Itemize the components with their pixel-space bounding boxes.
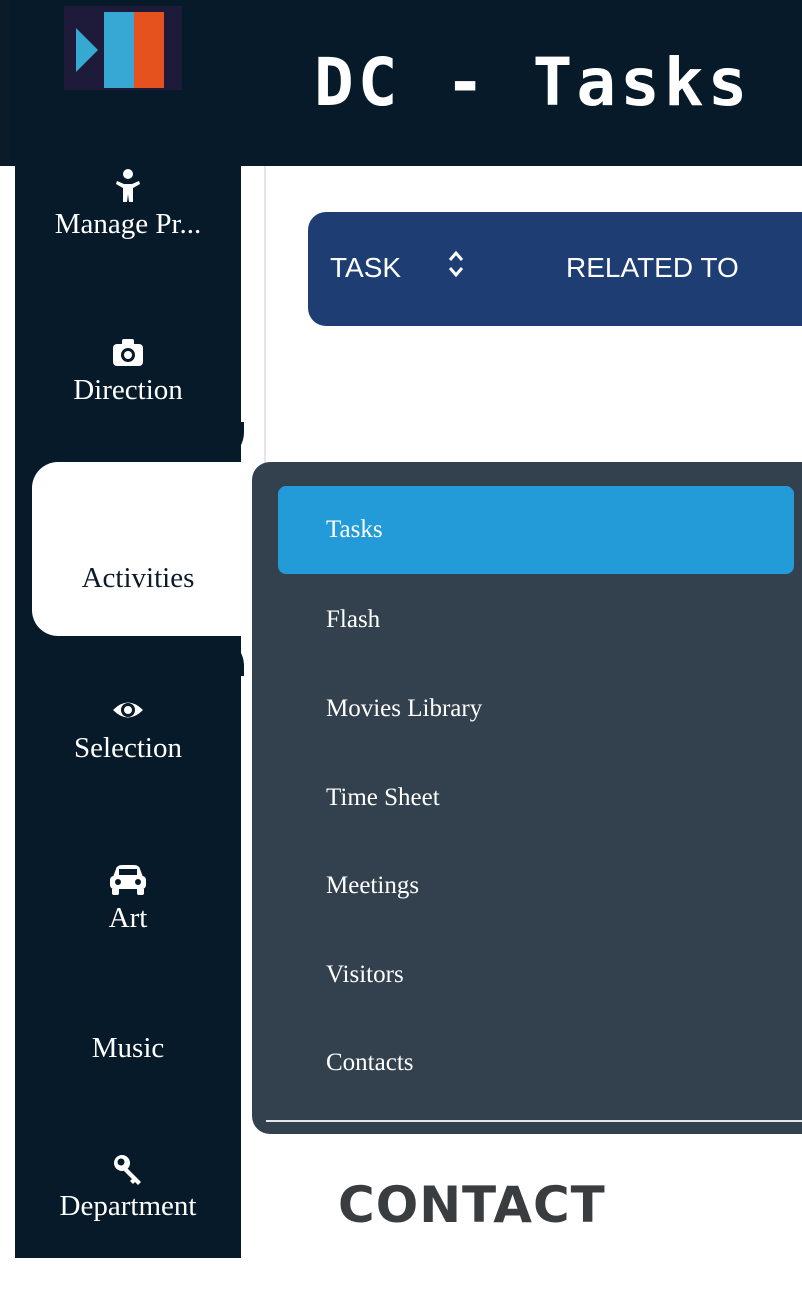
sidebar-item-label: Direction [73, 374, 183, 406]
logo-orange-bar [134, 12, 164, 88]
sidebar-item-department[interactable]: Department [15, 1150, 241, 1223]
car-icon [110, 865, 146, 895]
app-logo[interactable] [64, 6, 182, 90]
sidebar-item-art[interactable]: Art [15, 862, 241, 935]
eye-icon [113, 702, 143, 718]
sidebar-item-label: Art [108, 902, 148, 934]
submenu-item-label: Visitors [326, 961, 404, 988]
sidebar-item-label: Department [59, 1190, 197, 1222]
logo-triangle [76, 28, 98, 72]
submenu-item-movies-library[interactable]: Movies Library [278, 665, 794, 753]
activities-submenu: Tasks Flash Movies Library Time Sheet Me… [252, 462, 802, 1134]
submenu-item-label: Tasks [326, 516, 383, 543]
submenu-item-contacts[interactable]: Contacts [278, 1019, 794, 1107]
camera-icon [113, 339, 143, 366]
submenu-item-label: Flash [326, 606, 381, 633]
sidebar-item-activities[interactable]: Activities [32, 462, 244, 636]
submenu-item-time-sheet[interactable]: Time Sheet [278, 754, 794, 842]
sidebar-item-selection[interactable]: Selection [15, 692, 241, 765]
column-header-task[interactable]: TASK [330, 252, 401, 284]
submenu-item-meetings[interactable]: Meetings [278, 842, 794, 930]
person-icon [116, 169, 140, 202]
sort-icon[interactable] [446, 246, 466, 282]
contact-heading: CONTACT [338, 1176, 606, 1234]
table-header: TASK RELATED TO [308, 212, 802, 326]
content-divider [264, 166, 266, 466]
sidebar-item-music[interactable]: Music [15, 1032, 241, 1065]
column-header-related-to[interactable]: RELATED TO [566, 252, 739, 284]
submenu-item-tasks[interactable]: Tasks [278, 486, 794, 574]
submenu-item-flash[interactable]: Flash [278, 576, 794, 664]
submenu-item-visitors[interactable]: Visitors [278, 931, 794, 1019]
submenu-item-label: Contacts [326, 1049, 414, 1076]
logo-blue-bar [104, 12, 134, 88]
sidebar-item-label: Music [91, 1032, 165, 1064]
sidebar-item-label: Selection [74, 732, 182, 764]
page-title: DC - Tasks [314, 44, 752, 121]
submenu-item-label: Movies Library [326, 695, 483, 722]
content-separator [266, 1120, 802, 1122]
sidebar-item-label: Activities [81, 562, 195, 594]
sidebar-item-label: Manage Pr... [54, 208, 202, 240]
sidebar-item-direction[interactable]: Direction [15, 334, 241, 407]
key-icon [114, 1155, 141, 1185]
submenu-item-label: Meetings [326, 872, 420, 899]
sidebar-item-manage-projects[interactable]: Manage Pr... [15, 168, 241, 241]
submenu-item-label: Time Sheet [326, 784, 440, 811]
